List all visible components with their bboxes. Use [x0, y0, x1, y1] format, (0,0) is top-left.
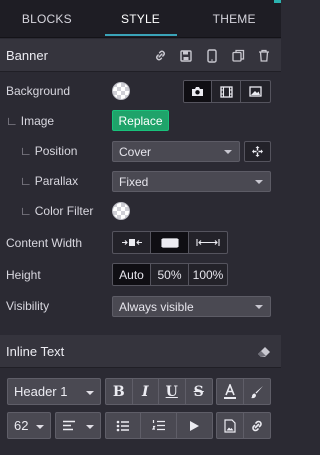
- focal-point-button[interactable]: [244, 141, 271, 162]
- play-icon: [189, 420, 199, 431]
- inline-text-section-header: Inline Text: [0, 335, 281, 368]
- heading-value: Header 1: [14, 384, 68, 399]
- parallax-select[interactable]: Fixed: [112, 171, 271, 192]
- play-button[interactable]: [177, 413, 212, 438]
- film-icon[interactable]: [212, 81, 241, 102]
- tab-style[interactable]: STYLE: [94, 0, 188, 37]
- height-50-option[interactable]: 50%: [151, 264, 189, 285]
- visibility-select[interactable]: Always visible: [112, 296, 271, 317]
- tree-connector-icon: ∟: [20, 204, 32, 218]
- tab-corner-accent: [274, 0, 281, 3]
- position-label: ∟ Position: [20, 144, 78, 158]
- position-value: Cover: [119, 144, 152, 159]
- tree-connector-icon: ∟: [20, 144, 32, 158]
- visibility-label: Visibility: [6, 299, 50, 313]
- height-label: Height: [6, 268, 41, 282]
- parallax-label: ∟ Parallax: [20, 174, 79, 188]
- image-label: ∟ Image: [6, 114, 55, 128]
- narrow-width-icon[interactable]: [113, 232, 151, 253]
- position-select[interactable]: Cover: [112, 141, 240, 162]
- save-icon[interactable]: [179, 49, 193, 63]
- numbered-list-button[interactable]: [141, 413, 177, 438]
- bullet-list-icon: [116, 420, 130, 431]
- tree-connector-icon: ∟: [6, 114, 18, 128]
- file-image-icon: [224, 418, 236, 433]
- chevron-down-icon: [86, 425, 94, 429]
- font-size-value: 62: [14, 418, 29, 433]
- background-type-group: [183, 80, 271, 103]
- insert-button-group: [216, 412, 271, 439]
- content-width-label: Content Width: [6, 236, 83, 250]
- font-size-select[interactable]: 62: [7, 412, 51, 439]
- underline-button[interactable]: U: [159, 379, 186, 404]
- inline-text-title: Inline Text: [6, 343, 65, 359]
- color-button-group: [216, 378, 271, 405]
- tab-blocks[interactable]: BLOCKS: [0, 0, 94, 37]
- image-icon[interactable]: [241, 81, 270, 102]
- medium-width-icon[interactable]: [151, 232, 189, 253]
- tab-theme[interactable]: THEME: [187, 0, 281, 37]
- link-icon: [251, 420, 262, 431]
- brush-button[interactable]: [244, 379, 270, 404]
- bold-button[interactable]: B: [106, 379, 133, 404]
- numbered-list-icon: [151, 420, 165, 431]
- banner-section-header: Banner: [0, 39, 281, 72]
- move-icon: [252, 146, 263, 157]
- italic-button[interactable]: I: [133, 379, 159, 404]
- color-filter-label: ∟ Color Filter: [20, 204, 94, 218]
- bullet-list-button[interactable]: [106, 413, 142, 438]
- full-width-icon[interactable]: [189, 232, 227, 253]
- color-filter-swatch[interactable]: [112, 202, 130, 220]
- background-label: Background: [6, 84, 71, 98]
- tree-connector-icon: ∟: [20, 174, 32, 188]
- text-color-icon: [223, 383, 236, 399]
- content-width-group: [112, 231, 228, 254]
- height-100-option[interactable]: 100%: [189, 264, 227, 285]
- chevron-down-icon: [86, 391, 94, 395]
- height-group: Auto 50% 100%: [112, 263, 228, 286]
- replace-image-button[interactable]: Replace: [112, 110, 169, 131]
- tab-bar: BLOCKS STYLE THEME: [0, 0, 281, 38]
- copy-icon[interactable]: [231, 49, 245, 63]
- height-auto-option[interactable]: Auto: [113, 264, 151, 285]
- list-button-group: [105, 412, 213, 439]
- chevron-down-icon: [36, 425, 44, 429]
- insert-image-button[interactable]: [217, 413, 244, 438]
- insert-link-button[interactable]: [244, 413, 270, 438]
- chevron-down-icon: [255, 305, 263, 309]
- link-icon[interactable]: [153, 49, 167, 63]
- heading-select[interactable]: Header 1: [7, 378, 101, 405]
- mobile-icon[interactable]: [205, 48, 219, 63]
- text-color-button[interactable]: [217, 379, 244, 404]
- brush-icon: [250, 385, 263, 398]
- trash-icon[interactable]: [257, 49, 271, 63]
- chevron-down-icon: [224, 150, 232, 154]
- strikethrough-button[interactable]: S: [186, 379, 212, 404]
- visibility-value: Always visible: [119, 299, 194, 314]
- background-color-swatch[interactable]: [112, 82, 130, 100]
- banner-title: Banner: [6, 47, 48, 63]
- eraser-icon[interactable]: [257, 345, 271, 359]
- format-button-group: B I U S: [105, 378, 213, 405]
- chevron-down-icon: [255, 180, 263, 184]
- color-filter-row: ∟ Color Filter: [0, 196, 281, 226]
- align-select[interactable]: [55, 412, 101, 439]
- align-left-icon: [63, 420, 75, 431]
- camera-icon[interactable]: [184, 81, 212, 102]
- parallax-value: Fixed: [119, 174, 149, 189]
